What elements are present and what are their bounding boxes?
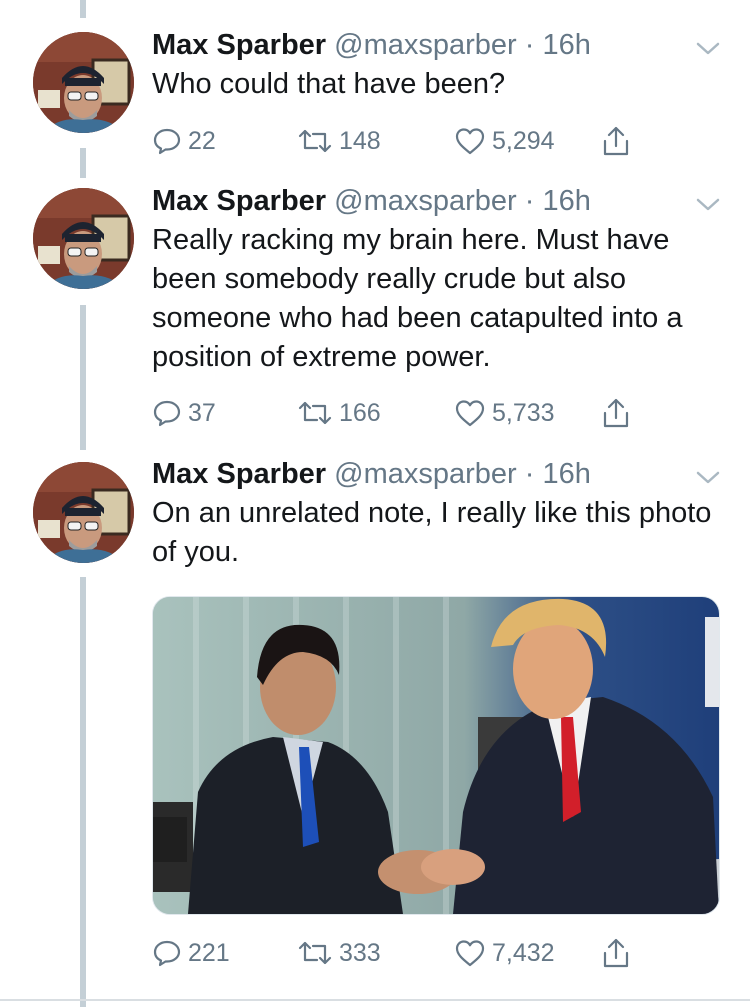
- like-button[interactable]: 5,294: [454, 121, 555, 161]
- tweet-header: Max Sparber @maxsparber · 16h: [152, 457, 591, 491]
- like-icon: [455, 400, 485, 427]
- reply-button[interactable]: 37: [152, 393, 216, 433]
- reply-count: 221: [188, 938, 230, 967]
- retweet-button[interactable]: 148: [297, 121, 381, 161]
- avatar[interactable]: [33, 462, 134, 563]
- reply-button[interactable]: 221: [152, 933, 230, 973]
- separator-dot: ·: [524, 29, 535, 61]
- separator-dot: ·: [524, 185, 535, 217]
- reply-count: 37: [188, 398, 216, 427]
- tweet-actions: 37 166 5,733: [152, 393, 672, 433]
- like-button[interactable]: 5,733: [454, 393, 555, 433]
- like-button[interactable]: 7,432: [454, 933, 555, 973]
- retweet-count: 333: [339, 938, 381, 967]
- tweet-2[interactable]: Max Sparber @maxsparber · 16h Really rac…: [0, 175, 750, 450]
- chevron-down-icon[interactable]: [694, 194, 722, 214]
- photo-two-men-shaking-hands: [153, 597, 719, 914]
- tweet-header: Max Sparber @maxsparber · 16h: [152, 28, 591, 62]
- retweet-icon: [298, 941, 332, 965]
- like-count: 7,432: [492, 938, 555, 967]
- retweet-icon: [298, 401, 332, 425]
- author-name[interactable]: Max Sparber: [152, 458, 326, 490]
- tweet-actions: 22 148 5,294: [152, 121, 672, 161]
- bottom-divider: [0, 999, 750, 1001]
- share-button[interactable]: [600, 121, 638, 161]
- chevron-down-icon[interactable]: [694, 467, 722, 487]
- share-button[interactable]: [600, 393, 638, 433]
- share-button[interactable]: [600, 933, 638, 973]
- chevron-down-icon[interactable]: [694, 38, 722, 58]
- retweet-count: 166: [339, 398, 381, 427]
- tweet-text: Who could that have been?: [152, 68, 506, 100]
- like-count: 5,294: [492, 126, 555, 155]
- retweet-button[interactable]: 166: [297, 393, 381, 433]
- author-name[interactable]: Max Sparber: [152, 29, 326, 61]
- timestamp[interactable]: 16h: [543, 185, 591, 217]
- tweet-actions: 221 333 7,432: [152, 933, 672, 973]
- share-icon: [603, 938, 629, 968]
- share-icon: [603, 126, 629, 156]
- tweet-text: Really racking my brain here. Must have …: [152, 224, 683, 373]
- avatar[interactable]: [33, 32, 134, 133]
- retweet-icon: [298, 129, 332, 153]
- timestamp[interactable]: 16h: [543, 29, 591, 61]
- like-icon: [455, 940, 485, 967]
- reply-icon: [153, 400, 181, 427]
- tweet-1[interactable]: Max Sparber @maxsparber · 16h Who could …: [0, 0, 750, 175]
- avatar[interactable]: [33, 188, 134, 289]
- author-name[interactable]: Max Sparber: [152, 185, 326, 217]
- author-handle[interactable]: @maxsparber: [334, 458, 517, 490]
- reply-count: 22: [188, 126, 216, 155]
- timestamp[interactable]: 16h: [543, 458, 591, 490]
- reply-icon: [153, 128, 181, 155]
- tweet-text: On an unrelated note, I really like this…: [152, 497, 712, 568]
- like-count: 5,733: [492, 398, 555, 427]
- share-icon: [603, 398, 629, 428]
- tweet-photo[interactable]: [152, 596, 720, 915]
- retweet-button[interactable]: 333: [297, 933, 381, 973]
- separator-dot: ·: [524, 458, 535, 490]
- tweet-header: Max Sparber @maxsparber · 16h: [152, 184, 591, 218]
- author-handle[interactable]: @maxsparber: [334, 185, 517, 217]
- reply-icon: [153, 940, 181, 967]
- retweet-count: 148: [339, 126, 381, 155]
- author-handle[interactable]: @maxsparber: [334, 29, 517, 61]
- reply-button[interactable]: 22: [152, 121, 216, 161]
- like-icon: [455, 128, 485, 155]
